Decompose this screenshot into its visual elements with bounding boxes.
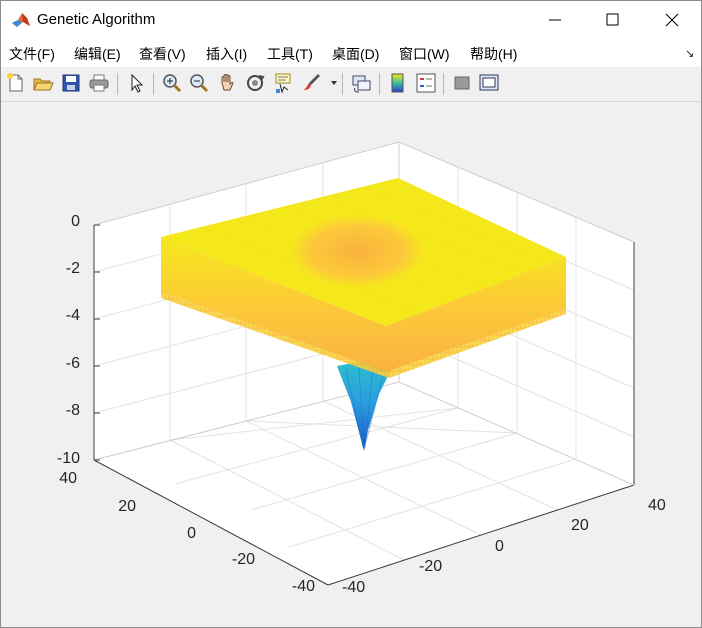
window-title: Genetic Algorithm (37, 11, 156, 28)
matlab-logo-icon (12, 13, 30, 27)
menu-file[interactable]: 文件(F) (9, 44, 55, 64)
hide-plot-tools-icon[interactable] (451, 72, 473, 94)
y-tick: -40 (292, 578, 315, 595)
z-tick: -4 (66, 307, 80, 324)
open-file-icon[interactable] (32, 72, 54, 94)
surface-plot[interactable]: 0 -2 -4 -6 -8 -10 40 20 0 -20 -40 -40 -2… (1, 102, 701, 627)
maximize-icon (606, 13, 619, 26)
legend-icon[interactable] (415, 72, 437, 94)
menu-window[interactable]: 窗口(W) (399, 44, 450, 64)
colorbar-icon[interactable] (387, 72, 409, 94)
zoom-out-icon[interactable] (188, 72, 210, 94)
close-icon (665, 13, 679, 27)
maximize-button[interactable] (590, 1, 636, 39)
x-tick: 40 (648, 497, 666, 514)
select-arrow-icon[interactable] (125, 72, 147, 94)
z-axis-ticks: 0 -2 -4 -6 -8 -10 (57, 213, 80, 467)
show-plot-tools-icon[interactable] (478, 72, 500, 94)
x-tick: 20 (571, 517, 589, 534)
title-bar[interactable]: Genetic Algorithm (1, 1, 701, 39)
menu-tools[interactable]: 工具(T) (267, 44, 313, 64)
menu-help[interactable]: 帮助(H) (470, 44, 517, 64)
link-plot-icon[interactable] (350, 72, 372, 94)
figure-window: Genetic Algorithm 文件(F) 编辑(E) 查看(V) 插入(I… (0, 0, 702, 628)
minimize-button[interactable] (532, 1, 578, 39)
y-tick: 40 (59, 470, 77, 487)
menu-bar: 文件(F) 编辑(E) 查看(V) 插入(I) 工具(T) 桌面(D) 窗口(W… (1, 39, 701, 67)
menu-desktop[interactable]: 桌面(D) (332, 44, 379, 64)
new-figure-icon[interactable] (5, 72, 27, 94)
minimize-icon (549, 19, 561, 21)
close-button[interactable] (649, 1, 695, 39)
y-tick: 20 (118, 498, 136, 515)
y-tick: -20 (232, 551, 255, 568)
zoom-in-icon[interactable] (161, 72, 183, 94)
brush-icon[interactable] (300, 72, 322, 94)
surface-crater (290, 215, 424, 287)
save-icon[interactable] (60, 72, 82, 94)
menu-edit[interactable]: 编辑(E) (74, 44, 121, 64)
menu-insert[interactable]: 插入(I) (206, 44, 247, 64)
x-tick: -20 (419, 558, 442, 575)
menu-view[interactable]: 查看(V) (139, 44, 186, 64)
brush-dropdown-icon[interactable] (331, 81, 337, 85)
y-tick: 0 (187, 525, 196, 542)
z-tick: 0 (71, 213, 80, 230)
z-tick: -10 (57, 450, 80, 467)
z-tick: -8 (66, 402, 80, 419)
figure-canvas[interactable]: 0 -2 -4 -6 -8 -10 40 20 0 -20 -40 -40 -2… (1, 102, 701, 627)
rotate-3d-icon[interactable] (244, 72, 266, 94)
z-tick: -2 (66, 260, 80, 277)
pan-hand-icon[interactable] (216, 72, 238, 94)
print-icon[interactable] (88, 72, 110, 94)
z-tick: -6 (66, 355, 80, 372)
figure-toolbar (1, 67, 701, 102)
x-tick: -40 (342, 579, 365, 596)
data-cursor-icon[interactable] (272, 72, 294, 94)
x-tick: 0 (495, 538, 504, 555)
menu-dock-arrow-icon[interactable]: ↘ (685, 47, 694, 60)
